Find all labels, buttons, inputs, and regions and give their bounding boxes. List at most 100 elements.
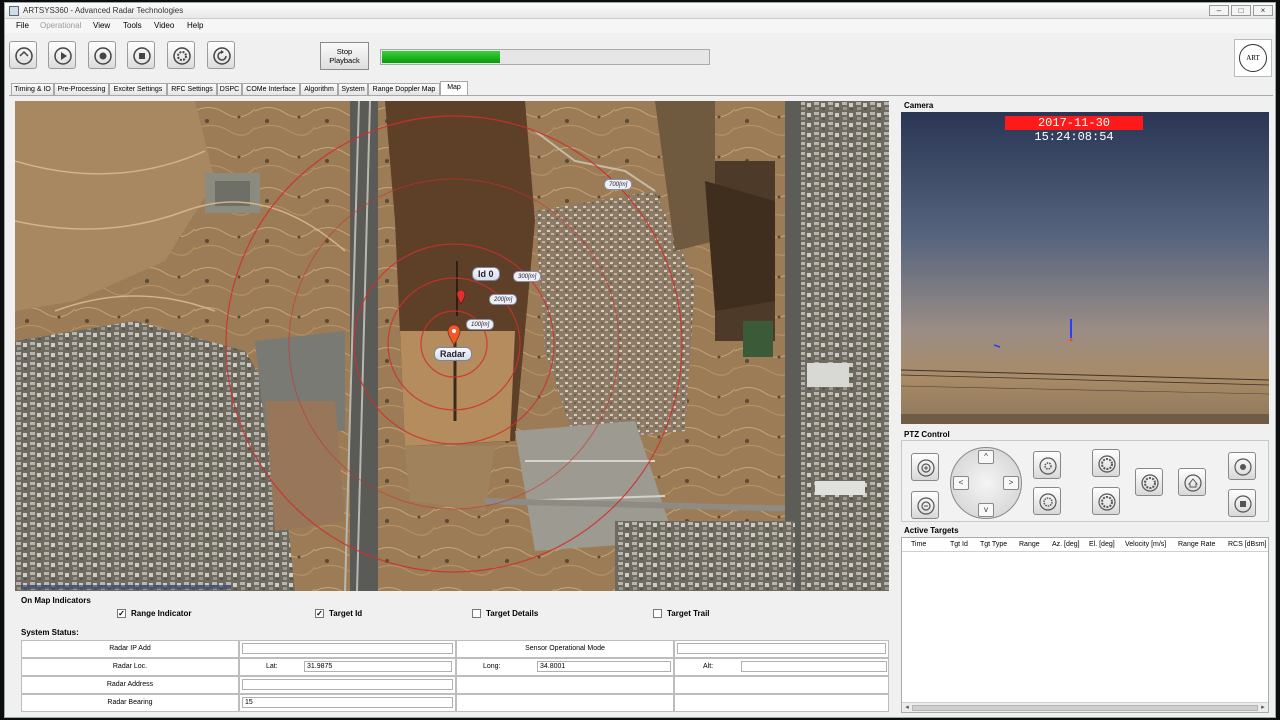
radar-bearing-field[interactable]: 15 bbox=[242, 697, 453, 708]
column-header-time[interactable]: Time bbox=[911, 541, 926, 548]
playback-progress-bar bbox=[380, 49, 710, 65]
stop-video-button[interactable] bbox=[1228, 489, 1256, 517]
target-marker-label[interactable]: Id 0 bbox=[472, 267, 500, 281]
horizontal-scrollbar[interactable]: ◂ ▸ bbox=[902, 702, 1268, 712]
system-status-title: System Status: bbox=[21, 628, 79, 637]
tab-range-doppler-map[interactable]: Range Doppler Map bbox=[368, 83, 440, 95]
menu-tools[interactable]: Tools bbox=[123, 21, 142, 30]
checkbox-label: Target Details bbox=[486, 609, 539, 618]
settings-button[interactable] bbox=[167, 41, 195, 69]
play-button[interactable] bbox=[48, 41, 76, 69]
menu-video[interactable]: Video bbox=[154, 21, 174, 30]
column-header-tgt-id[interactable]: Tgt Id bbox=[950, 541, 968, 548]
tab-map[interactable]: Map bbox=[440, 81, 468, 95]
column-header-rcs[interactable]: RCS [dBsm] bbox=[1228, 541, 1267, 548]
scrollbar-thumb[interactable] bbox=[912, 705, 1258, 711]
focus-far-icon bbox=[1039, 493, 1057, 511]
stop-icon bbox=[133, 47, 151, 65]
iris-open-button[interactable] bbox=[1092, 449, 1120, 477]
tilt-down-button[interactable]: v bbox=[978, 503, 994, 517]
record-icon bbox=[1234, 458, 1252, 476]
menu-file[interactable]: File bbox=[16, 21, 29, 30]
close-button[interactable]: × bbox=[1253, 5, 1273, 16]
auto-focus-button[interactable] bbox=[1135, 468, 1163, 496]
radar-ip-label: Radar IP Add bbox=[109, 645, 151, 652]
radar-marker-label[interactable]: Radar bbox=[434, 347, 472, 361]
zoom-out-button[interactable] bbox=[911, 491, 939, 519]
checkbox-label: Range Indicator bbox=[131, 609, 192, 618]
zoom-in-button[interactable] bbox=[911, 453, 939, 481]
focus-far-button[interactable] bbox=[1033, 487, 1061, 515]
empty-cell bbox=[674, 676, 889, 694]
menu-view[interactable]: View bbox=[93, 21, 110, 30]
iris-close-icon bbox=[1098, 493, 1116, 511]
radar-ip-field[interactable] bbox=[242, 643, 453, 654]
menu-operational[interactable]: Operational bbox=[40, 21, 81, 30]
system-status-grid: Radar IP Add Sensor Operational Mode Rad… bbox=[21, 640, 889, 712]
column-header-tgt-type[interactable]: Tgt Type bbox=[980, 541, 1007, 548]
tab-system[interactable]: System bbox=[338, 83, 368, 95]
pan-right-button[interactable]: > bbox=[1003, 476, 1019, 490]
rotate-button[interactable] bbox=[9, 41, 37, 69]
maximize-button[interactable]: □ bbox=[1231, 5, 1251, 16]
lat-field[interactable]: 31.9875 bbox=[304, 661, 452, 672]
tab-come-interface[interactable]: COMe Interface bbox=[242, 83, 300, 95]
refresh-icon bbox=[213, 47, 231, 65]
tab-algorithm[interactable]: Algorithm bbox=[300, 83, 338, 95]
active-targets-table[interactable]: Time Tgt Id Tgt Type Range Az. [deg] El.… bbox=[901, 537, 1269, 713]
lat-cell: Lat: 31.9875 bbox=[239, 658, 456, 676]
checkbox-box: ✓ bbox=[117, 609, 126, 618]
range-label-700: 700[m] bbox=[604, 179, 633, 190]
checkbox-label: Target Id bbox=[329, 609, 363, 618]
tilt-up-button[interactable]: ^ bbox=[978, 450, 994, 464]
tab-pre-processing[interactable]: Pre-Processing bbox=[54, 83, 109, 95]
home-position-button[interactable] bbox=[1178, 468, 1206, 496]
pan-left-button[interactable]: < bbox=[953, 476, 969, 490]
record-button[interactable] bbox=[88, 41, 116, 69]
home-icon bbox=[1184, 474, 1202, 492]
sensor-mode-label: Sensor Operational Mode bbox=[525, 645, 605, 652]
long-label: Long: bbox=[483, 663, 501, 670]
column-header-velocity[interactable]: Velocity [m/s] bbox=[1125, 541, 1166, 548]
long-field[interactable]: 34.8001 bbox=[537, 661, 671, 672]
tab-rfc-settings[interactable]: RFC Settings bbox=[167, 83, 217, 95]
iris-close-button[interactable] bbox=[1092, 487, 1120, 515]
column-header-elevation[interactable]: El. [deg] bbox=[1089, 541, 1115, 548]
scroll-left-icon[interactable]: ◂ bbox=[902, 703, 912, 713]
minimize-button[interactable]: – bbox=[1209, 5, 1229, 16]
stop-button[interactable] bbox=[127, 41, 155, 69]
stop-playback-button[interactable]: Stop Playback bbox=[320, 42, 369, 70]
menu-help[interactable]: Help bbox=[187, 21, 203, 30]
zoom-in-icon bbox=[917, 459, 935, 477]
alt-field[interactable] bbox=[741, 661, 887, 672]
tab-timing-io[interactable]: Timing & IO bbox=[11, 83, 54, 95]
radar-address-field[interactable] bbox=[242, 679, 453, 690]
alt-label: Alt: bbox=[703, 663, 714, 670]
range-label-100: 100[m] bbox=[466, 319, 495, 330]
toolbar: Stop Playback ART bbox=[5, 33, 1275, 81]
column-header-range-rate[interactable]: Range Rate bbox=[1178, 541, 1215, 548]
sensor-mode-label-cell: Sensor Operational Mode bbox=[456, 640, 674, 658]
satellite-map[interactable]: Radar Id 0 100[m] 200[m] 300[m] 700[m] bbox=[15, 101, 889, 591]
active-targets-title: Active Targets bbox=[904, 526, 959, 535]
zoom-out-icon bbox=[917, 497, 935, 515]
tab-exciter-settings[interactable]: Exciter Settings bbox=[109, 83, 167, 95]
camera-feed[interactable]: 2017-11-30 15:24:08:54 bbox=[901, 112, 1269, 424]
checkbox-box: ✓ bbox=[315, 609, 324, 618]
record-video-button[interactable] bbox=[1228, 452, 1256, 480]
pan-tilt-dpad[interactable]: ^ < > v bbox=[950, 447, 1022, 519]
ptz-control-panel: ^ < > v bbox=[901, 440, 1269, 522]
column-header-azimuth[interactable]: Az. [deg] bbox=[1052, 541, 1080, 548]
range-label-300: 300[m] bbox=[513, 271, 542, 282]
app-window: ARTSYS360 - Advanced Radar Technologies … bbox=[4, 2, 1276, 718]
sensor-mode-field[interactable] bbox=[677, 643, 886, 654]
focus-near-button[interactable] bbox=[1033, 451, 1061, 479]
scroll-right-icon[interactable]: ▸ bbox=[1258, 703, 1268, 713]
progress-fill bbox=[382, 51, 501, 63]
app-icon bbox=[9, 6, 19, 16]
radar-bearing-cell: 15 bbox=[239, 694, 456, 712]
column-header-range[interactable]: Range bbox=[1019, 541, 1040, 548]
empty-cell bbox=[456, 694, 674, 712]
refresh-button[interactable] bbox=[207, 41, 235, 69]
tab-dspc[interactable]: DSPC bbox=[217, 83, 242, 95]
